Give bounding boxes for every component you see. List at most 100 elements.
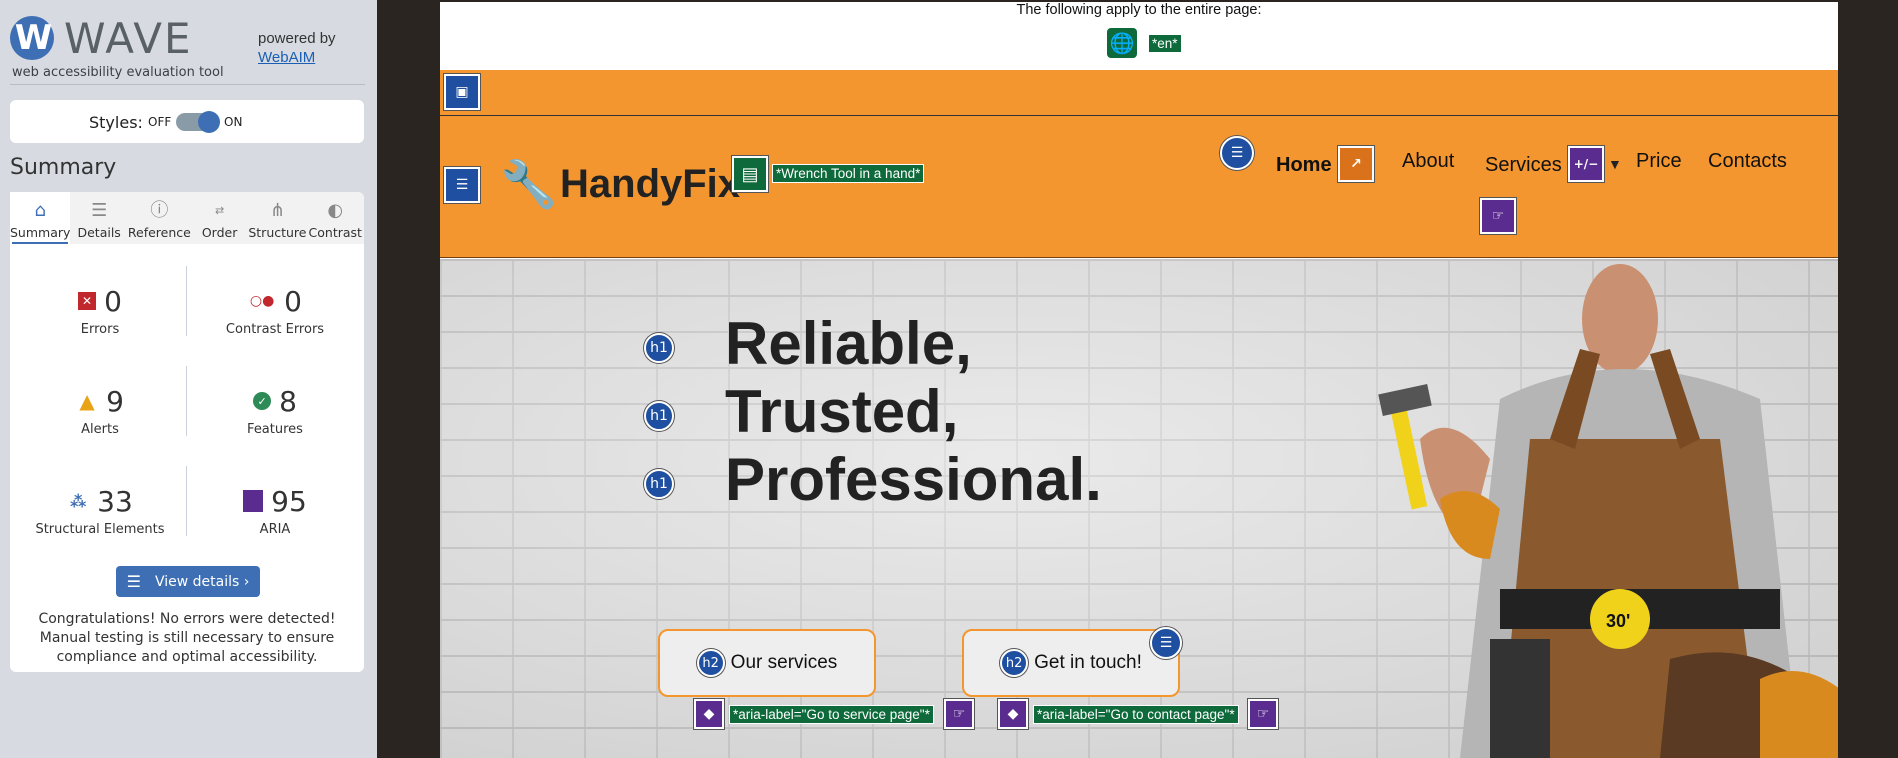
structural-label: Structural Elements xyxy=(35,522,165,537)
worker-image: 30' xyxy=(1378,264,1838,758)
styles-on-label: ON xyxy=(224,115,243,129)
webaim-link[interactable]: WebAIM xyxy=(258,49,315,66)
errors-count: 0 xyxy=(104,284,122,318)
styles-off-label: OFF xyxy=(148,115,172,129)
wave-header: W WAVE web accessibility evaluation tool… xyxy=(10,10,365,82)
nav-price[interactable]: Price xyxy=(1636,150,1682,173)
aria-count: 95 xyxy=(271,484,307,518)
redundant-link-alert-icon[interactable]: ↗ xyxy=(1338,146,1374,182)
contrast-errors-label: Contrast Errors xyxy=(225,322,325,337)
structure-icon: ⋔ xyxy=(269,200,285,221)
congrats-message: Congratulations! No errors were detected… xyxy=(38,611,336,665)
divider xyxy=(10,84,365,85)
contrast-error-icon: ○● xyxy=(249,293,275,309)
tape-measure-label: 30' xyxy=(1606,611,1630,631)
view-details-label: View details › xyxy=(154,573,250,590)
alerts-label: Alerts xyxy=(81,422,119,437)
app: W WAVE web accessibility evaluation tool… xyxy=(0,0,1898,758)
aria-label-icon[interactable]: ◆ xyxy=(998,699,1028,729)
list-icon: ☰ xyxy=(91,200,108,221)
tab-summary[interactable]: ⌂ Summary xyxy=(10,192,71,244)
structure-banner-icon[interactable]: ▣ xyxy=(444,74,480,110)
aria-hidden-icon[interactable]: ☞ xyxy=(1248,699,1278,729)
tab-order[interactable]: ⇄ Order xyxy=(191,192,248,244)
page-wide-section: The following apply to the entire page: … xyxy=(440,2,1838,70)
lang-tag: *en* xyxy=(1148,34,1182,53)
wave-title: WAVE xyxy=(64,14,193,63)
powered-by-text: powered by xyxy=(258,30,336,47)
nav-contacts[interactable]: Contacts xyxy=(1708,150,1787,173)
get-in-touch-button[interactable]: h2 Get in touch! xyxy=(962,629,1180,697)
hero-section: 30' h1 Reliable, h1 Trusted, h1 Professi… xyxy=(440,259,1838,758)
features-count: 8 xyxy=(279,384,297,418)
tab-label: Contrast xyxy=(308,225,362,240)
tab-label: Order xyxy=(201,225,238,240)
page-preview: The following apply to the entire page: … xyxy=(377,0,1898,758)
h2-heading-icon: h2 xyxy=(1000,649,1029,677)
image-alt-icon[interactable]: ▤ xyxy=(732,156,768,192)
toggle-knob xyxy=(198,111,220,133)
stat-alerts[interactable]: ▲ 9 Alerts xyxy=(15,384,185,438)
home-icon: ⌂ xyxy=(34,200,46,221)
styles-toggle-box: Styles: OFF ON xyxy=(10,100,364,143)
aria-hidden-icon[interactable]: ☞ xyxy=(1480,198,1516,234)
info-icon: ⓘ xyxy=(150,200,169,221)
aria-label-tag: *aria-label="Go to contact page"* xyxy=(1033,705,1239,724)
contrast-icon: ◐ xyxy=(327,200,344,221)
hero-heading-line: Reliable, xyxy=(725,310,972,377)
aria-label-icon[interactable]: ◆ xyxy=(694,699,724,729)
features-label: Features xyxy=(247,422,303,437)
top-bar: ▣ xyxy=(440,70,1838,116)
summary-heading: Summary xyxy=(10,155,117,180)
nav-home[interactable]: Home xyxy=(1276,154,1332,177)
tab-bar: ⌂ Summary ☰ Details ⓘ Reference ⇄ Order … xyxy=(10,192,364,244)
aria-expanded-icon[interactable]: +/− xyxy=(1568,146,1604,182)
stat-aria[interactable]: 95 ARIA xyxy=(190,484,360,537)
aria-icon xyxy=(243,490,264,512)
tab-contrast[interactable]: ◐ Contrast xyxy=(307,192,364,244)
divider xyxy=(186,466,187,536)
view-details-button[interactable]: ☰ View details › xyxy=(116,566,260,597)
h2-heading-icon: h2 xyxy=(696,649,725,677)
summary-panel: ⌂ Summary ☰ Details ⓘ Reference ⇄ Order … xyxy=(10,192,364,672)
h1-heading-icon[interactable]: h1 xyxy=(644,469,674,499)
tab-reference[interactable]: ⓘ Reference xyxy=(128,192,191,244)
styles-label: Styles: xyxy=(89,113,143,132)
button-label: Get in touch! xyxy=(1034,652,1142,673)
tab-label: Details xyxy=(77,225,121,240)
contrast-errors-count: 0 xyxy=(284,284,302,318)
wave-logo-icon: W xyxy=(10,16,54,60)
button-label: Our services xyxy=(730,652,838,673)
list-icon: ☰ xyxy=(126,572,141,591)
structure-nav-icon[interactable]: ☰ xyxy=(444,167,480,203)
nav-services[interactable]: Services xyxy=(1485,154,1562,177)
chevron-down-icon[interactable]: ▼ xyxy=(1608,156,1622,172)
stat-errors[interactable]: ✕ 0 Errors xyxy=(15,284,185,337)
structure-icon: ⁂ xyxy=(69,491,87,511)
stat-features[interactable]: ✓ 8 Features xyxy=(190,384,360,438)
divider xyxy=(186,266,187,336)
wave-subtitle: web accessibility evaluation tool xyxy=(12,65,224,80)
feature-icon: ✓ xyxy=(253,392,272,410)
aria-hidden-icon[interactable]: ☞ xyxy=(944,699,974,729)
tab-label: Summary xyxy=(10,225,71,240)
wave-sidebar: W WAVE web accessibility evaluation tool… xyxy=(0,0,377,758)
our-services-button[interactable]: h2 Our services xyxy=(658,629,876,697)
list-structure-icon[interactable]: ☰ xyxy=(1150,627,1182,659)
stat-structural[interactable]: ⁂ 33 Structural Elements xyxy=(15,484,185,538)
styles-toggle-switch[interactable] xyxy=(176,111,220,133)
h1-heading-icon[interactable]: h1 xyxy=(644,333,674,363)
brand-name[interactable]: HandyFix xyxy=(560,162,740,207)
nav-about[interactable]: About xyxy=(1402,150,1454,173)
preview-page: The following apply to the entire page: … xyxy=(440,2,1838,758)
structural-count: 33 xyxy=(97,484,133,518)
tab-structure[interactable]: ⋔ Structure xyxy=(248,192,306,244)
language-globe-icon[interactable]: 🌐 xyxy=(1107,28,1137,58)
site-header: ☰ 🔧 HandyFix ▤ *Wrench Tool in a hand* ☰… xyxy=(440,116,1838,258)
hero-heading-line: Trusted, xyxy=(725,378,959,445)
tab-label: Reference xyxy=(127,225,191,240)
stat-contrast-errors[interactable]: ○● 0 Contrast Errors xyxy=(190,284,360,338)
list-structure-icon[interactable]: ☰ xyxy=(1220,136,1254,170)
tab-details[interactable]: ☰ Details xyxy=(70,192,127,244)
h1-heading-icon[interactable]: h1 xyxy=(644,401,674,431)
